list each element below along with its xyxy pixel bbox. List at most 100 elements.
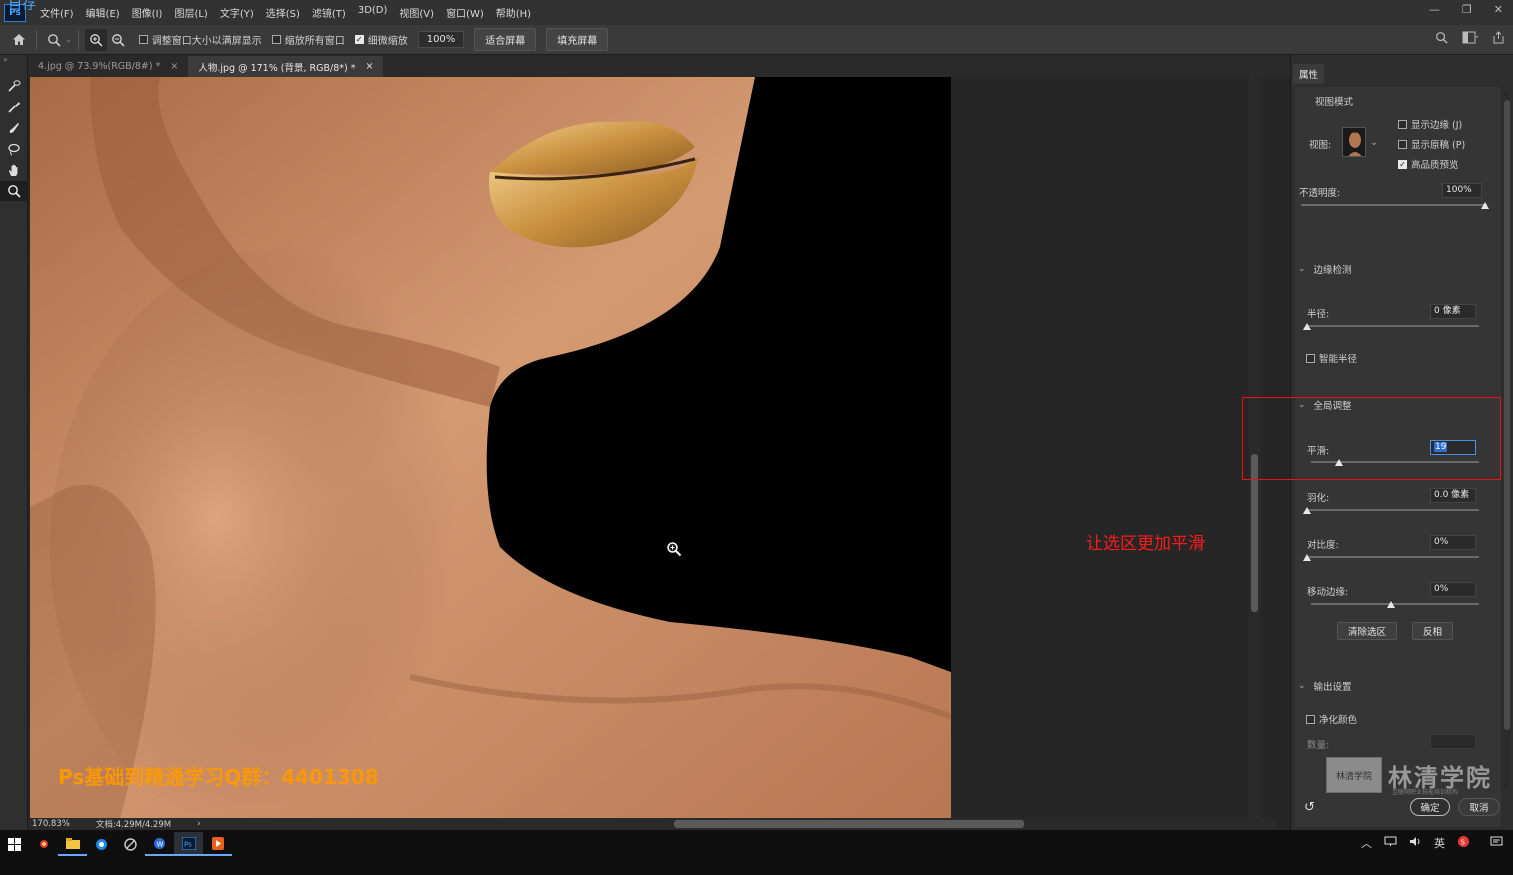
opacity-field[interactable]: 100% bbox=[1442, 183, 1482, 198]
resize-windows-option[interactable]: 调整窗口大小以满屏显示 bbox=[138, 32, 262, 47]
portrait-photo[interactable] bbox=[30, 77, 951, 818]
decontaminate-option[interactable]: 净化颜色 bbox=[1306, 712, 1357, 726]
network-icon[interactable] bbox=[1384, 836, 1397, 850]
zoom-tool-icon[interactable] bbox=[43, 29, 65, 51]
tab-4-jpg[interactable]: 4.jpg @ 73.9%(RGB/8#) * × bbox=[28, 56, 188, 77]
opacity-slider-knob[interactable] bbox=[1481, 202, 1489, 209]
search-icon[interactable] bbox=[1435, 31, 1448, 47]
zoom-percent-field[interactable]: 100% bbox=[417, 31, 465, 48]
fit-screen-button[interactable]: 适合屏幕 bbox=[474, 28, 537, 51]
feather-slider-knob[interactable] bbox=[1303, 507, 1311, 514]
scrubby-zoom-checkbox[interactable]: ✓ bbox=[354, 35, 364, 44]
show-edge-checkbox[interactable] bbox=[1398, 119, 1407, 129]
radius-field[interactable]: 0 像素 bbox=[1430, 304, 1476, 319]
close-tab-icon[interactable]: × bbox=[365, 61, 373, 72]
hand-icon[interactable] bbox=[0, 160, 28, 180]
menu-item[interactable]: 选择(S) bbox=[260, 5, 306, 20]
smart-radius-checkbox[interactable] bbox=[1306, 353, 1315, 363]
scrubby-zoom-option[interactable]: ✓ 细微缩放 bbox=[354, 32, 408, 47]
output-settings-header[interactable]: ⌄ 输出设置 bbox=[1298, 679, 1352, 693]
horizontal-scroll-thumb[interactable] bbox=[674, 820, 1024, 828]
ime-icon[interactable]: S bbox=[1457, 835, 1470, 851]
tab-properties[interactable]: 属性 bbox=[1293, 64, 1325, 84]
photoshop-taskbar-icon[interactable]: Ps bbox=[174, 832, 203, 856]
view-mode-thumbnail[interactable] bbox=[1342, 127, 1366, 157]
high-quality-preview-option[interactable]: ✓ 高品质预览 bbox=[1398, 157, 1459, 171]
tab-portrait-jpg[interactable]: 人物.jpg @ 171% (背景, RGB/8*) * × bbox=[188, 56, 384, 77]
app-red-icon[interactable] bbox=[29, 832, 58, 856]
clear-selection-button[interactable]: 清除选区 bbox=[1337, 622, 1398, 640]
close-tab-icon[interactable]: × bbox=[170, 61, 178, 72]
menu-item[interactable]: 文件(F) bbox=[34, 5, 80, 20]
menu-item[interactable]: 视图(V) bbox=[393, 5, 440, 20]
feather-slider[interactable] bbox=[1309, 509, 1479, 511]
zoom-in-icon[interactable] bbox=[84, 28, 107, 51]
menu-item[interactable]: 窗口(W) bbox=[440, 5, 490, 20]
workspace-icon[interactable] bbox=[1462, 31, 1478, 47]
contrast-slider-knob[interactable] bbox=[1303, 554, 1311, 561]
contrast-field[interactable]: 0% bbox=[1430, 535, 1476, 550]
feather-field[interactable]: 0.0 像素 bbox=[1430, 488, 1476, 503]
input-language[interactable]: 英 bbox=[1434, 835, 1445, 851]
volume-icon[interactable] bbox=[1409, 836, 1422, 850]
canvas-area[interactable]: Ps基础到精通学习Q群：4401308 让选区更加平滑 bbox=[28, 77, 1276, 818]
menu-item[interactable]: 图层(L) bbox=[168, 5, 213, 20]
toolbar-expand-icon[interactable]: » bbox=[0, 55, 27, 75]
browser-icon[interactable] bbox=[87, 832, 116, 856]
shift-edge-field[interactable]: 0% bbox=[1430, 582, 1476, 597]
restore-button[interactable]: ❐ bbox=[1462, 3, 1472, 16]
resize-windows-checkbox[interactable] bbox=[138, 35, 148, 44]
menu-item[interactable]: 3D(D) bbox=[352, 5, 394, 20]
menu-item[interactable]: 文字(Y) bbox=[214, 5, 260, 20]
smart-radius-option[interactable]: 智能半径 bbox=[1306, 351, 1357, 365]
view-mode-chevron-icon[interactable]: ⌄ bbox=[1370, 137, 1378, 148]
ok-button[interactable]: 确定 bbox=[1410, 798, 1450, 816]
show-original-checkbox[interactable] bbox=[1398, 139, 1407, 149]
zoom-out-icon[interactable] bbox=[107, 29, 129, 51]
reset-icon[interactable]: ↺ bbox=[1304, 800, 1315, 815]
edge-detection-header[interactable]: ⌄ 边缘检测 bbox=[1298, 262, 1352, 276]
minimize-button[interactable]: — bbox=[1429, 3, 1440, 16]
radius-slider-knob[interactable] bbox=[1303, 323, 1311, 330]
shift-edge-slider[interactable] bbox=[1311, 603, 1479, 605]
menu-item[interactable]: 编辑(E) bbox=[80, 5, 126, 20]
panel-scroll-thumb[interactable] bbox=[1504, 100, 1510, 730]
menu-item[interactable]: 滤镜(T) bbox=[306, 5, 352, 20]
file-explorer-icon[interactable] bbox=[58, 832, 87, 856]
zoom-tool-active-icon[interactable] bbox=[0, 181, 28, 201]
fill-screen-button[interactable]: 填充屏幕 bbox=[546, 28, 609, 51]
high-quality-preview-checkbox[interactable]: ✓ bbox=[1398, 159, 1407, 169]
panel-scrollbar[interactable] bbox=[1504, 90, 1510, 790]
radius-slider[interactable] bbox=[1309, 325, 1479, 327]
status-menu-arrow[interactable]: › bbox=[197, 819, 200, 829]
tool-preset-chevron-icon[interactable]: ⌄ bbox=[65, 35, 72, 44]
start-icon[interactable] bbox=[0, 832, 29, 856]
contrast-slider[interactable] bbox=[1309, 556, 1479, 558]
close-button[interactable]: ✕ bbox=[1494, 3, 1503, 16]
menu-item[interactable]: 帮助(H) bbox=[490, 5, 537, 20]
notification-icon[interactable] bbox=[1490, 836, 1503, 851]
shift-edge-slider-knob[interactable] bbox=[1387, 601, 1395, 608]
amount-field[interactable] bbox=[1430, 734, 1476, 749]
show-edge-option[interactable]: 显示边缘 (J) bbox=[1398, 117, 1462, 131]
word-icon[interactable]: W bbox=[145, 832, 174, 856]
opacity-slider[interactable] bbox=[1301, 204, 1487, 206]
zoom-all-windows-checkbox[interactable] bbox=[271, 35, 281, 44]
tutorial-annotation: 让选区更加平滑 bbox=[1086, 534, 1205, 554]
show-original-option[interactable]: 显示原稿 (P) bbox=[1398, 137, 1465, 151]
zoom-all-windows-option[interactable]: 缩放所有窗口 bbox=[271, 32, 345, 47]
refine-edge-brush-icon[interactable] bbox=[0, 97, 28, 117]
video-player-icon[interactable] bbox=[203, 832, 232, 856]
decontaminate-checkbox[interactable] bbox=[1306, 714, 1315, 724]
invert-button[interactable]: 反相 bbox=[1412, 622, 1454, 640]
app-circle-icon[interactable] bbox=[116, 832, 145, 856]
lasso-icon[interactable] bbox=[0, 139, 28, 159]
brush-icon[interactable] bbox=[0, 118, 28, 138]
cancel-button[interactable]: 取消 bbox=[1458, 798, 1500, 816]
home-icon[interactable] bbox=[8, 29, 30, 51]
zoom-level-readout[interactable]: 170.83% bbox=[32, 819, 70, 829]
quick-selection-icon[interactable] bbox=[0, 76, 28, 96]
menu-item[interactable]: 图像(I) bbox=[126, 5, 169, 20]
tray-expand-icon[interactable]: ︿ bbox=[1361, 835, 1372, 851]
share-icon[interactable] bbox=[1492, 31, 1505, 47]
